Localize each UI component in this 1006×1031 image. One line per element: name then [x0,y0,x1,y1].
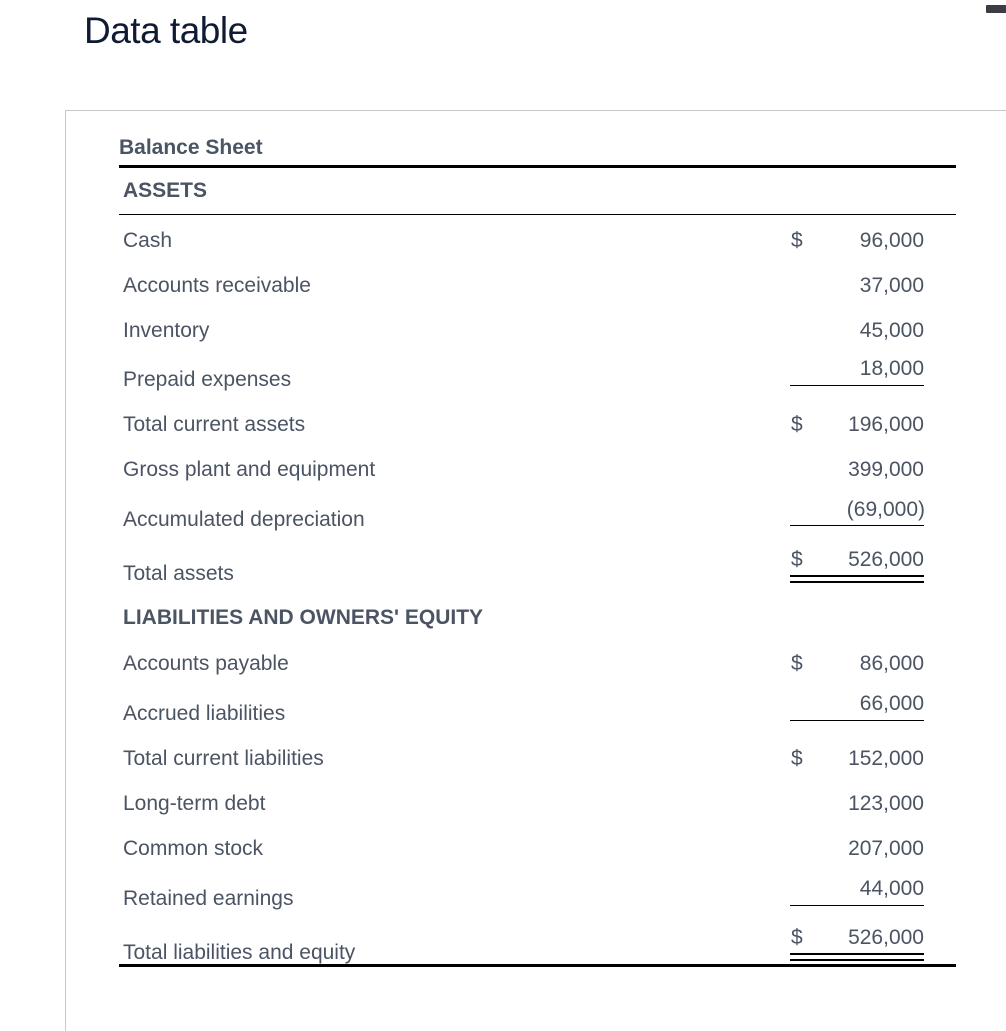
table-row-accrued-liabilities: Accrued liabilities 66,000 [119,692,956,737]
row-amount: 66,000 [859,692,924,715]
liabilities-heading: LIABILITIES AND OWNERS' EQUITY [119,606,956,651]
table-row-gross-plant: Gross plant and equipment 399,000 [119,458,956,503]
dollar-sign: $ [791,652,803,675]
row-label: Common stock [123,837,264,860]
row-amount: 44,000 [859,877,924,900]
table-bottom-rule [119,964,956,967]
row-amount: 86,000 [859,652,924,675]
row-amount: 526,000 [848,926,924,949]
balance-sheet: Balance Sheet ASSETS Cash $ 96,000 Accou… [119,130,956,975]
row-label: Total current assets [123,413,306,436]
row-amount: 152,000 [848,747,924,770]
page-title: Data table [84,10,248,51]
row-label: Total liabilities and equity [123,941,356,964]
table-row-prepaid-expenses: Prepaid expenses 18,000 [119,357,956,402]
liabilities-heading-label: LIABILITIES AND OWNERS' EQUITY [123,606,484,629]
row-amount: 526,000 [848,548,924,571]
sheet-title: Balance Sheet [119,130,956,168]
window-control[interactable] [986,5,1006,13]
row-label: Accounts payable [123,652,289,675]
subtotal-rule [790,385,924,386]
row-label: Prepaid expenses [123,368,292,391]
table-row-total-current-liabilities: Total current liabilities $ 152,000 [119,747,956,792]
dollar-sign: $ [791,747,803,770]
row-amount: 37,000 [859,274,924,297]
row-label: Inventory [123,319,210,342]
row-amount: 196,000 [848,413,924,436]
row-amount: 96,000 [859,229,924,252]
table-row-cash: Cash $ 96,000 [119,229,956,274]
row-amount: 18,000 [859,357,924,380]
row-label: Accrued liabilities [123,702,286,725]
row-amount: 45,000 [859,319,924,342]
table-row-retained-earnings: Retained earnings 44,000 [119,877,956,922]
row-label: Total assets [123,562,234,585]
assets-heading-label: ASSETS [123,179,208,202]
table-row-common-stock: Common stock 207,000 [119,837,956,882]
total-double-rule [790,575,924,583]
dollar-sign: $ [791,413,803,436]
row-label: Accumulated depreciation [123,508,365,531]
sheet-body: Cash $ 96,000 Accounts receivable 37,000… [119,215,956,975]
row-amount: 207,000 [848,837,924,860]
dollar-sign: $ [791,926,803,949]
row-label: Cash [123,229,173,252]
subtotal-rule [790,720,924,721]
table-row-accounts-receivable: Accounts receivable 37,000 [119,274,956,319]
row-amount: (69,000) [846,498,925,521]
row-label: Long-term debt [123,792,266,815]
subtotal-rule [790,525,924,526]
row-label: Accounts receivable [123,274,311,297]
row-label: Gross plant and equipment [123,458,376,481]
assets-heading: ASSETS [119,168,956,215]
table-row-accounts-payable: Accounts payable $ 86,000 [119,652,956,697]
total-double-rule [790,953,924,961]
row-amount: 399,000 [848,458,924,481]
table-row-accumulated-depreciation: Accumulated depreciation (69,000) [119,498,956,543]
row-amount: 123,000 [848,792,924,815]
table-row-total-assets: Total assets $ 526,000 [119,548,956,593]
dollar-sign: $ [791,229,803,252]
dollar-sign: $ [791,548,803,571]
row-label: Total current liabilities [123,747,324,770]
subtotal-rule [790,905,924,906]
table-row-long-term-debt: Long-term debt 123,000 [119,792,956,837]
table-row-total-current-assets: Total current assets $ 196,000 [119,413,956,458]
row-label: Retained earnings [123,887,294,910]
